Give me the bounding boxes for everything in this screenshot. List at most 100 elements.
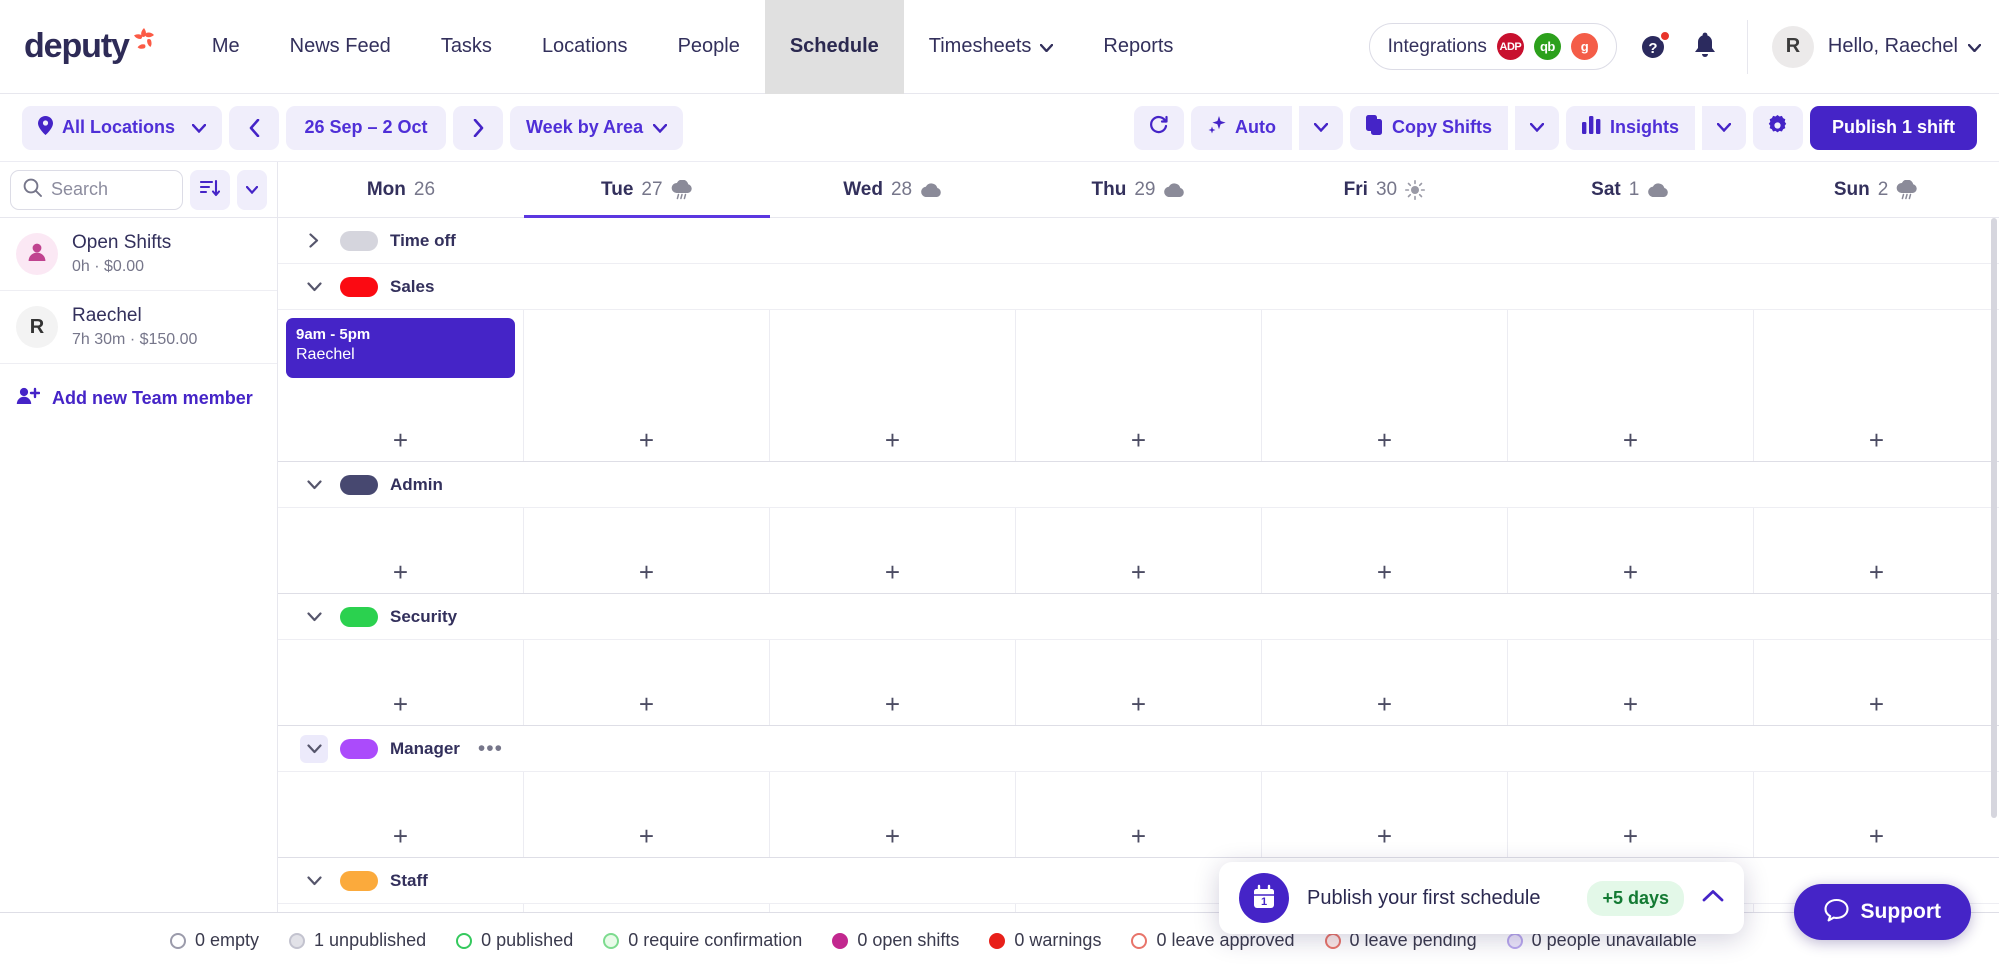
schedule-cell[interactable]: + [1754, 508, 1999, 593]
add-shift-button[interactable]: + [1262, 815, 1507, 857]
add-shift-button[interactable]: + [770, 815, 1015, 857]
add-shift-button[interactable]: + [278, 815, 523, 857]
add-shift-button[interactable]: + [1262, 419, 1507, 461]
copy-shifts-dropdown[interactable] [1515, 106, 1559, 150]
nav-link-news-feed[interactable]: News Feed [265, 0, 416, 94]
day-header-fri[interactable]: Fri30 [1261, 162, 1507, 217]
day-header-sun[interactable]: Sun2 [1753, 162, 1999, 217]
location-filter-button[interactable]: All Locations [22, 106, 222, 150]
filter-dropdown-button[interactable] [237, 170, 267, 210]
schedule-cell[interactable]: + [770, 904, 1016, 912]
day-header-tue[interactable]: Tue27 [524, 162, 770, 217]
schedule-cell[interactable]: + [1508, 310, 1754, 461]
shift-card[interactable]: 9am - 5pmRaechel [286, 318, 515, 378]
add-team-member-button[interactable]: Add new Team member [0, 364, 277, 433]
support-button[interactable]: Support [1794, 884, 1971, 940]
add-shift-button[interactable]: + [770, 551, 1015, 593]
nav-link-locations[interactable]: Locations [517, 0, 653, 94]
integration-badge-quickbooks[interactable]: qb [1534, 33, 1561, 60]
integration-badge-adp[interactable]: ADP [1497, 33, 1524, 60]
schedule-cell[interactable]: + [1016, 640, 1262, 725]
help-question-icon[interactable]: ? [1639, 32, 1669, 62]
day-header-wed[interactable]: Wed28 [770, 162, 1016, 217]
integration-badge-gusto[interactable]: g [1571, 33, 1598, 60]
add-shift-button[interactable]: + [278, 419, 523, 461]
nav-link-timesheets[interactable]: Timesheets [904, 0, 1079, 94]
day-header-thu[interactable]: Thu29 [1016, 162, 1262, 217]
add-shift-button[interactable]: + [1016, 815, 1261, 857]
schedule-cell[interactable]: + [278, 640, 524, 725]
add-shift-button[interactable]: + [770, 419, 1015, 461]
schedule-cell[interactable]: + [524, 640, 770, 725]
add-shift-button[interactable]: + [1754, 815, 1999, 857]
refresh-button[interactable] [1134, 106, 1184, 150]
schedule-cell[interactable]: 9am - 5pmRaechel + [278, 310, 524, 461]
nav-link-reports[interactable]: Reports [1078, 0, 1198, 94]
nav-link-people[interactable]: People [653, 0, 765, 94]
schedule-cell[interactable]: + [1754, 310, 1999, 461]
add-shift-button[interactable]: + [1754, 419, 1999, 461]
schedule-cell[interactable]: + [1508, 508, 1754, 593]
date-range-button[interactable]: 26 Sep – 2 Oct [286, 106, 446, 150]
nav-link-tasks[interactable]: Tasks [416, 0, 517, 94]
schedule-cell[interactable]: + [1508, 772, 1754, 857]
schedule-cell[interactable]: + [524, 904, 770, 912]
area-options-menu[interactable]: ••• [478, 738, 503, 759]
schedule-cell[interactable]: + [770, 772, 1016, 857]
schedule-cell[interactable]: + [1262, 640, 1508, 725]
integrations-button[interactable]: Integrations ADP qb g [1369, 23, 1617, 70]
auto-schedule-dropdown[interactable] [1299, 106, 1343, 150]
schedule-cell[interactable]: + [770, 310, 1016, 461]
day-header-mon[interactable]: Mon26 [278, 162, 524, 217]
nav-link-me[interactable]: Me [187, 0, 265, 94]
schedule-cell[interactable]: + [278, 508, 524, 593]
deputy-logo[interactable]: deputy [24, 27, 157, 66]
schedule-cell[interactable]: + [278, 772, 524, 857]
next-week-button[interactable] [453, 106, 503, 150]
copy-shifts-button[interactable]: Copy Shifts [1350, 106, 1508, 150]
chevron-right-icon[interactable] [300, 227, 328, 255]
schedule-cell[interactable]: + [1016, 310, 1262, 461]
previous-week-button[interactable] [229, 106, 279, 150]
list-item-raechel[interactable]: R Raechel 7h 30m · $150.00 [0, 291, 277, 364]
auto-schedule-button[interactable]: Auto [1191, 106, 1292, 150]
schedule-cell[interactable]: + [1016, 772, 1262, 857]
add-shift-button[interactable]: + [524, 551, 769, 593]
schedule-cell[interactable]: + [1754, 772, 1999, 857]
toast-collapse-button[interactable] [1702, 889, 1724, 907]
schedule-cell[interactable]: + [524, 310, 770, 461]
add-shift-button[interactable]: + [524, 419, 769, 461]
add-shift-button[interactable]: + [1508, 419, 1753, 461]
view-mode-button[interactable]: Week by Area [510, 106, 683, 150]
list-item-open-shifts[interactable]: Open Shifts 0h · $0.00 [0, 218, 277, 291]
user-menu[interactable]: Hello, Raechel [1828, 35, 1981, 58]
schedule-cell[interactable]: + [524, 508, 770, 593]
schedule-cell[interactable]: + [1262, 310, 1508, 461]
add-shift-button[interactable]: + [1262, 683, 1507, 725]
add-shift-button[interactable]: + [1508, 815, 1753, 857]
avatar[interactable]: R [1772, 26, 1814, 68]
chevron-down-icon[interactable] [300, 735, 328, 763]
search-input[interactable]: Search [10, 170, 183, 210]
publish-schedule-toast[interactable]: 1 Publish your first schedule +5 days [1219, 862, 1744, 934]
insights-dropdown[interactable] [1702, 106, 1746, 150]
chevron-down-icon[interactable] [300, 471, 328, 499]
add-shift-button[interactable]: + [1016, 419, 1261, 461]
add-shift-button[interactable]: + [1016, 683, 1261, 725]
chevron-down-icon[interactable] [300, 603, 328, 631]
schedule-cell[interactable]: + [278, 904, 524, 912]
chevron-down-icon[interactable] [300, 867, 328, 895]
schedule-cell[interactable]: + [524, 772, 770, 857]
add-shift-button[interactable]: + [1508, 683, 1753, 725]
schedule-cell[interactable]: + [1508, 640, 1754, 725]
vertical-scrollbar[interactable] [1991, 218, 1997, 818]
add-shift-button[interactable]: + [1754, 683, 1999, 725]
chevron-down-icon[interactable] [300, 273, 328, 301]
insights-button[interactable]: Insights [1566, 106, 1695, 150]
schedule-cell[interactable]: + [1262, 508, 1508, 593]
add-shift-button[interactable]: + [1508, 551, 1753, 593]
schedule-cell[interactable]: + [1754, 640, 1999, 725]
schedule-cell[interactable]: + [770, 508, 1016, 593]
settings-button[interactable] [1753, 106, 1803, 150]
publish-button[interactable]: Publish 1 shift [1810, 106, 1977, 150]
